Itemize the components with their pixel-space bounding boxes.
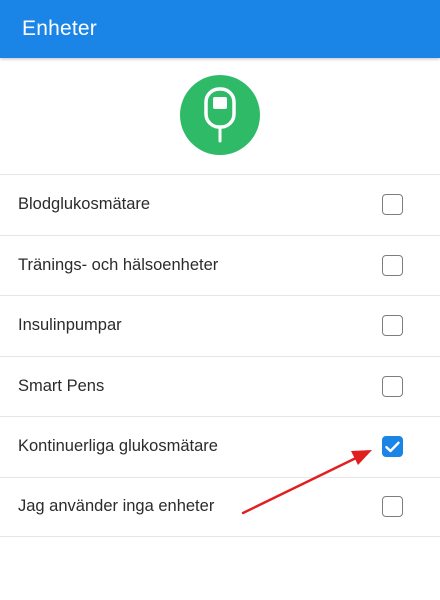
row-label: Jag använder inga enheter	[18, 497, 215, 516]
device-list: Blodglukosmätare Tränings- och hälsoenhe…	[0, 174, 440, 537]
list-item[interactable]: Blodglukosmätare	[0, 174, 440, 235]
checkbox[interactable]	[382, 375, 403, 397]
checkbox[interactable]	[382, 315, 403, 337]
row-label: Tränings- och hälsoenheter	[18, 255, 219, 274]
glucose-meter-icon	[180, 75, 260, 155]
list-item[interactable]: Tränings- och hälsoenheter	[0, 234, 440, 296]
checkbox-checked[interactable]	[382, 436, 403, 458]
devices-screen: Enheter Blodglukosmätare Tränings- och h…	[0, 0, 440, 600]
row-label: Smart Pens	[18, 376, 105, 395]
list-item[interactable]: Insulinpumpar	[0, 295, 440, 356]
checkbox[interactable]	[382, 254, 403, 276]
list-item[interactable]: Jag använder inga enheter	[0, 476, 440, 537]
row-label: Insulinpumpar	[18, 316, 122, 335]
page-title: Enheter	[22, 17, 97, 40]
checkbox[interactable]	[382, 194, 403, 216]
row-label: Blodglukosmätare	[18, 195, 151, 214]
row-label: Kontinuerliga glukosmätare	[18, 437, 218, 456]
list-item[interactable]: Smart Pens	[0, 355, 440, 417]
checkbox[interactable]	[382, 496, 403, 518]
app-bar: Enheter	[0, 0, 440, 58]
list-item[interactable]: Kontinuerliga glukosmätare	[0, 416, 440, 477]
